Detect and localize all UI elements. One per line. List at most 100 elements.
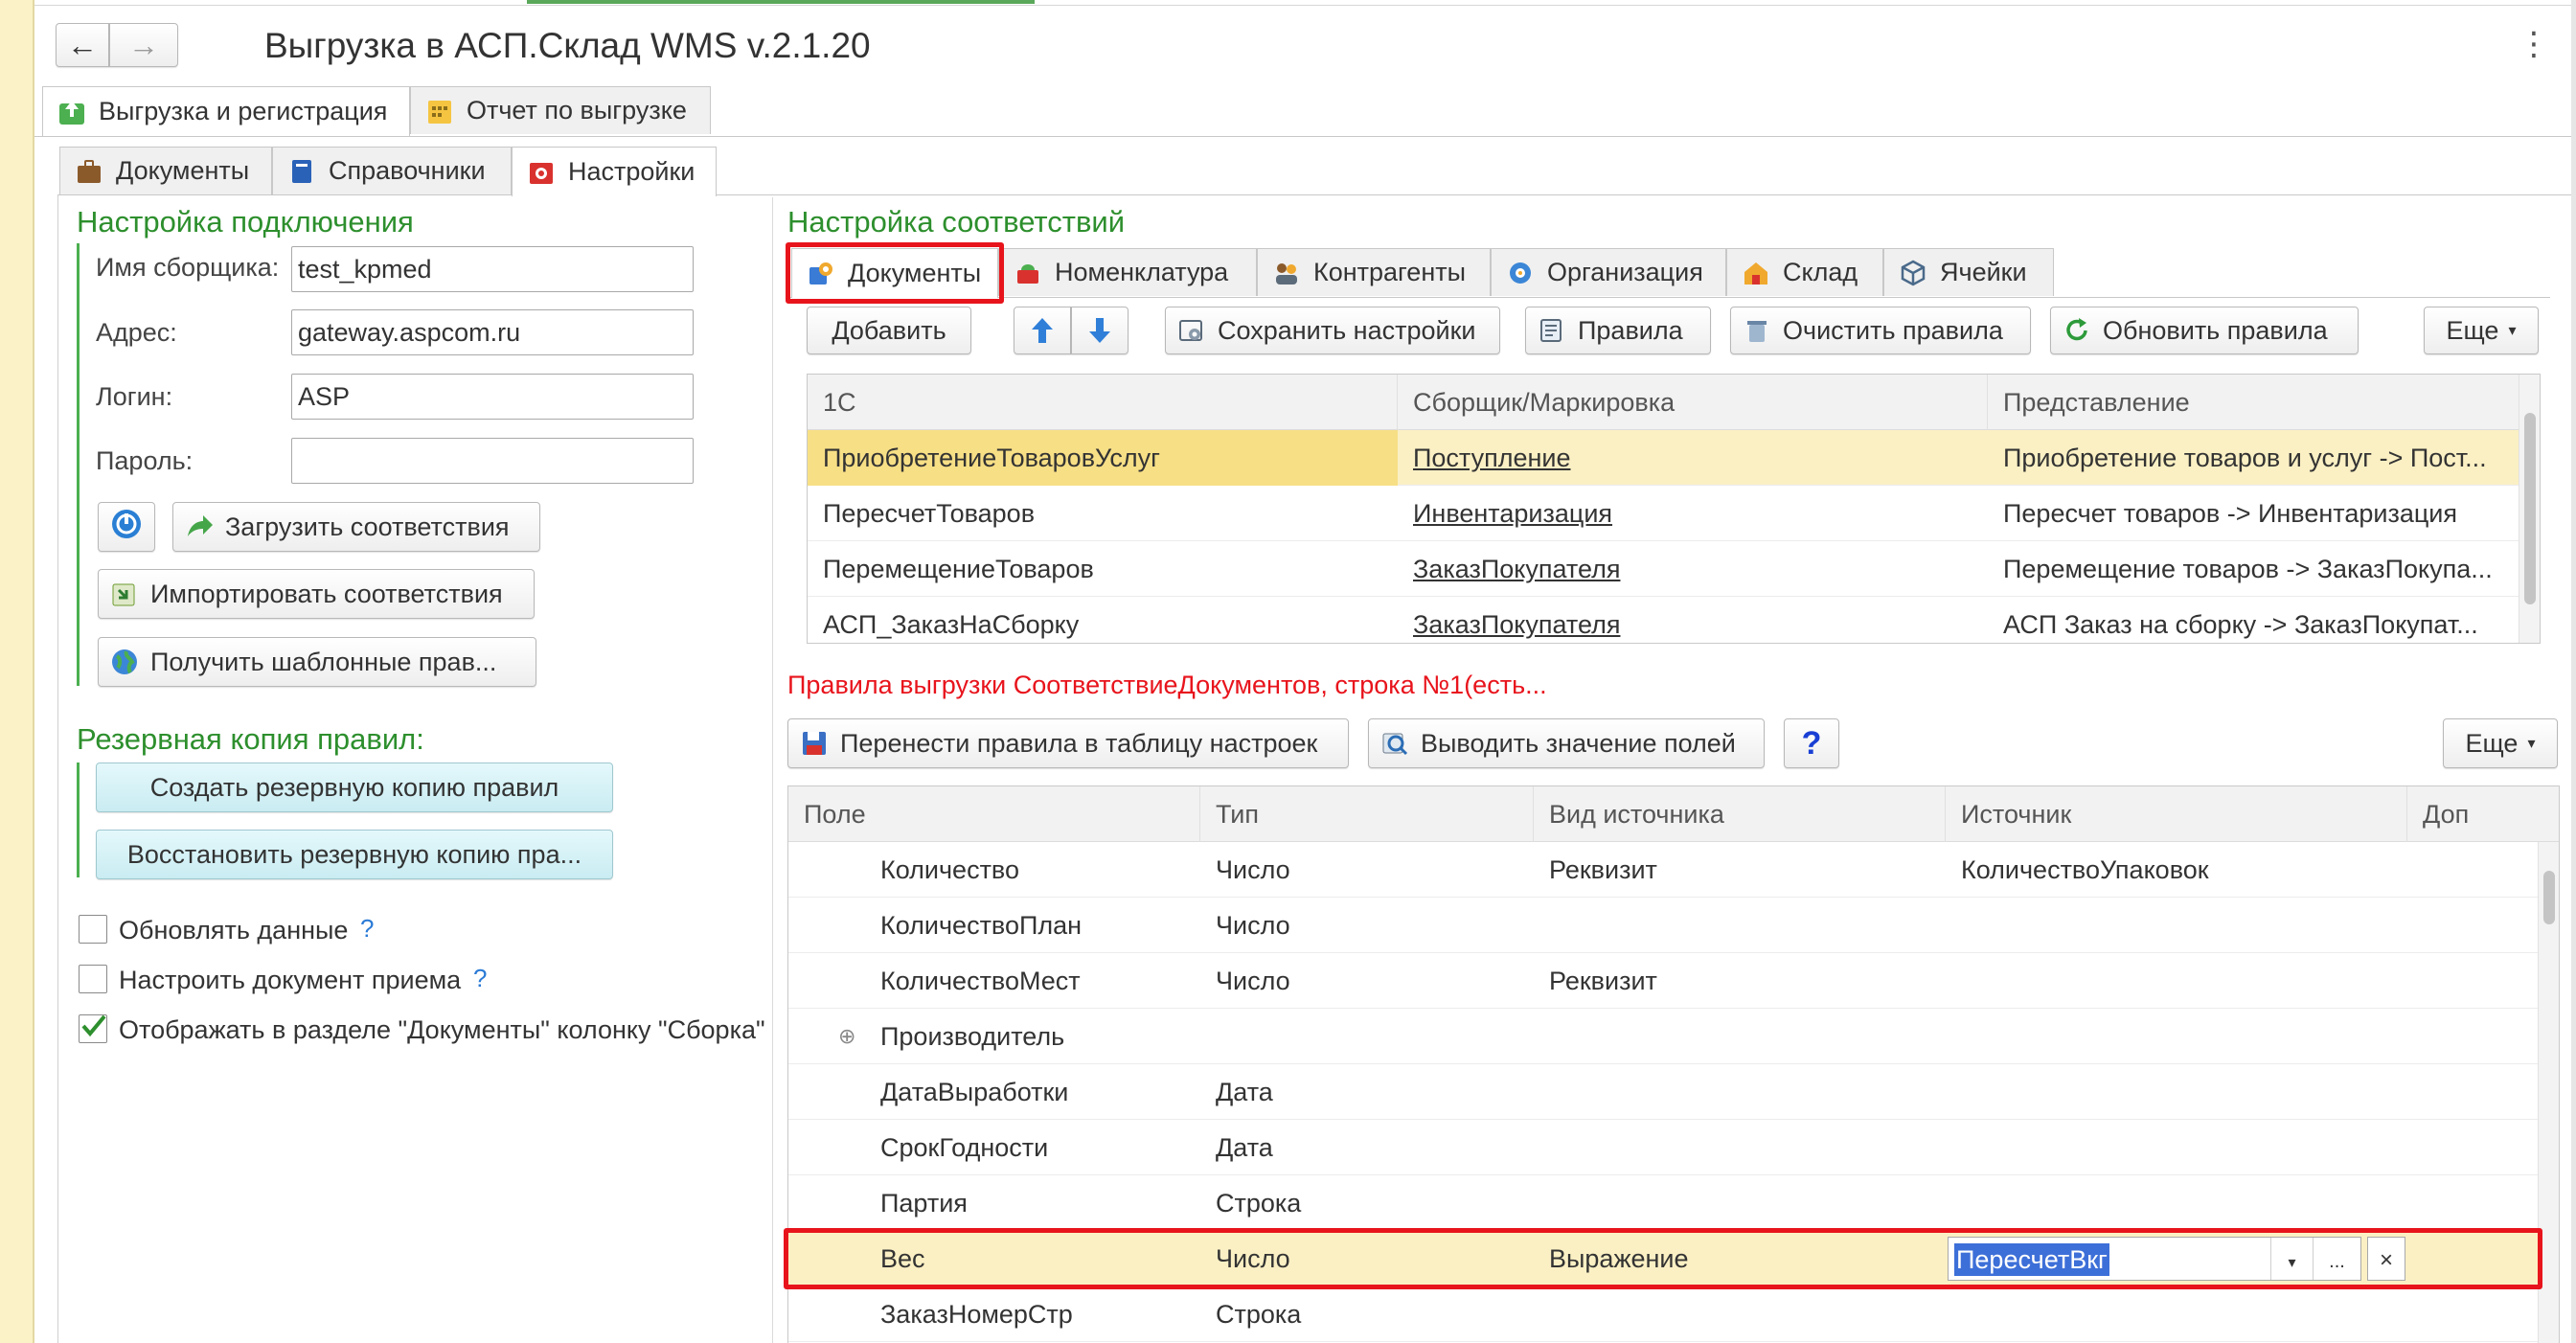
configure-receipt-help[interactable]: ? <box>473 964 487 993</box>
cell-picker[interactable]: Инвентаризация <box>1398 486 1988 541</box>
update-data-checkbox[interactable] <box>79 915 107 944</box>
tab-documents[interactable]: Документы <box>59 147 272 194</box>
forward-button[interactable]: → <box>109 23 178 67</box>
col-presentation[interactable]: Представление <box>1988 375 2520 430</box>
rules-button[interactable]: Правила <box>1525 307 1711 354</box>
picker-name-field[interactable]: test_kpmed <box>291 246 694 292</box>
address-field[interactable]: gateway.aspcom.ru <box>291 309 694 355</box>
col-source[interactable]: Источник <box>1946 786 2407 842</box>
table-row[interactable]: ПересчетТоваров Инвентаризация Пересчет … <box>808 486 2540 541</box>
rules-more-button[interactable]: Еще ▾ <box>2443 718 2558 768</box>
tab-export-registration[interactable]: Выгрузка и регистрация <box>42 86 410 136</box>
move-up-button[interactable] <box>1014 307 1071 354</box>
cell-field: КоличествоПлан <box>880 911 1083 940</box>
tab-export-report[interactable]: Отчет по выгрузке <box>410 86 711 134</box>
table-row[interactable]: СрокГодности Дата <box>788 1120 2559 1175</box>
more-menu-icon[interactable]: ⋮ <box>2518 25 2550 63</box>
tab-mapping-warehouse[interactable]: Склад <box>1726 248 1883 296</box>
refresh-icon <box>2061 314 2093 347</box>
import-mapping-button[interactable]: Импортировать соответствия <box>98 569 535 619</box>
col-picker[interactable]: Сборщик/Маркировка <box>1398 375 1988 430</box>
cell-picker[interactable]: ЗаказПокупателя <box>1398 541 1988 597</box>
export-icon <box>57 97 87 127</box>
move-down-button[interactable] <box>1071 307 1128 354</box>
col-source-kind[interactable]: Вид источника <box>1534 786 1946 842</box>
refresh-rules-button[interactable]: Обновить правила <box>2050 307 2359 354</box>
save-settings-label: Сохранить настройки <box>1218 315 1476 345</box>
update-data-label: Обновлять данные <box>119 916 349 945</box>
expand-icon[interactable]: ⊕ <box>831 1009 865 1064</box>
table-row[interactable]: ПриобретениеТоваровУслуг Поступление При… <box>808 430 2540 486</box>
table-row[interactable]: КоличествоПлан Число <box>788 898 2559 953</box>
table-row[interactable]: ЗаказНомерСтр Строка <box>788 1286 2559 1342</box>
back-button[interactable]: ← <box>56 23 109 67</box>
show-assembly-column-checkbox[interactable] <box>79 1014 107 1043</box>
table-row[interactable]: ПеремещениеТоваров ЗаказПокупателя Перем… <box>808 541 2540 597</box>
mapping-more-button[interactable]: Еще ▾ <box>2424 307 2539 354</box>
search-icon <box>1379 727 1411 760</box>
col-1c[interactable]: 1С <box>808 375 1398 430</box>
login-field[interactable]: ASP <box>291 374 694 420</box>
cell-picker[interactable]: ЗаказПокупателя <box>1398 597 1988 643</box>
chevron-down-icon: ▾ <box>2527 736 2536 752</box>
col-extra[interactable]: Доп <box>2407 786 2540 842</box>
cell-source-kind: Реквизит <box>1549 967 1657 995</box>
tab-catalogs[interactable]: Справочники <box>272 147 512 194</box>
configure-receipt-checkbox[interactable] <box>79 965 107 993</box>
mapping-table-header: 1С Сборщик/Маркировка Представление <box>808 375 2540 430</box>
scrollbar-thumb[interactable] <box>2524 413 2536 604</box>
create-backup-button[interactable]: Создать резервную копию правил <box>96 763 613 812</box>
transfer-rules-button[interactable]: Перенести правила в таблицу настроек <box>787 718 1349 768</box>
cell-1c: ПриобретениеТоваровУслуг <box>808 430 1398 486</box>
tab-label: Организация <box>1547 258 1703 286</box>
cell-field: ДатаВыработки <box>880 1078 1069 1106</box>
cell-picker[interactable]: Поступление <box>1398 430 1988 486</box>
cell-source <box>1946 1175 2407 1231</box>
cell-presentation: Приобретение товаров и услуг -> Пост... <box>2003 444 2487 472</box>
add-button[interactable]: Добавить <box>807 307 971 354</box>
help-icon: ? <box>1801 724 1822 762</box>
col-field[interactable]: Поле <box>788 786 1200 842</box>
table-row[interactable]: Партия Строка <box>788 1175 2559 1231</box>
tab-settings[interactable]: Настройки <box>512 147 717 196</box>
connect-button[interactable] <box>98 502 155 552</box>
mapping-table-scrollbar[interactable] <box>2519 375 2540 643</box>
cell-source-kind <box>1534 1064 1946 1120</box>
cell-source-kind <box>1534 1120 1946 1175</box>
tab-mapping-organization[interactable]: Организация <box>1491 248 1726 296</box>
picker-name-label: Имя сборщика: <box>96 253 280 282</box>
cell-type: Число <box>1216 967 1290 995</box>
mapping-table[interactable]: 1С Сборщик/Маркировка Представление Прио… <box>807 374 2541 644</box>
mapping-section-title: Настройка соответствий <box>787 205 1126 239</box>
tab-mapping-nomenclature[interactable]: Номенклатура <box>998 248 1257 296</box>
restore-backup-button[interactable]: Восстановить резервную копию пра... <box>96 830 613 879</box>
tab-label: Ячейки <box>1940 258 2027 286</box>
scrollbar-thumb[interactable] <box>2543 871 2555 924</box>
help-button[interactable]: ? <box>1784 718 1839 768</box>
save-settings-button[interactable]: Сохранить настройки <box>1165 307 1500 354</box>
transfer-rules-label: Перенести правила в таблицу настроек <box>840 728 1318 758</box>
password-field[interactable] <box>291 438 694 484</box>
tab-mapping-cells[interactable]: Ячейки <box>1883 248 2054 296</box>
table-row[interactable]: Количество Число Реквизит КоличествоУпак… <box>788 842 2559 898</box>
tab-mapping-partners[interactable]: Контрагенты <box>1257 248 1491 296</box>
table-row[interactable]: АСП_ЗаказНаСборку ЗаказПокупателя АСП За… <box>808 597 2540 643</box>
get-templates-button[interactable]: Получить шаблонные прав... <box>98 637 536 687</box>
show-field-values-button[interactable]: Выводить значение полей <box>1368 718 1765 768</box>
connection-group-bar <box>77 243 80 686</box>
table-row[interactable]: ДатаВыработки Дата <box>788 1064 2559 1120</box>
update-data-help[interactable]: ? <box>360 914 374 944</box>
tab-label: Справочники <box>329 156 486 185</box>
load-mapping-button[interactable]: Загрузить соответствия <box>172 502 540 552</box>
arrow-down-icon <box>1089 318 1110 343</box>
top-tabs-line <box>34 136 2576 137</box>
table-row[interactable]: КоличествоМест Число Реквизит <box>788 953 2559 1009</box>
clear-rules-button[interactable]: Очистить правила <box>1730 307 2031 354</box>
rules-label: Правила <box>1578 315 1683 345</box>
create-backup-label: Создать резервную копию правил <box>149 772 559 802</box>
cell-source <box>1946 898 2407 953</box>
col-type[interactable]: Тип <box>1200 786 1534 842</box>
import-mapping-label: Импортировать соответствия <box>150 579 503 608</box>
table-row[interactable]: ⊕ Производитель <box>788 1009 2559 1064</box>
cell-1c: ПересчетТоваров <box>823 499 1036 528</box>
